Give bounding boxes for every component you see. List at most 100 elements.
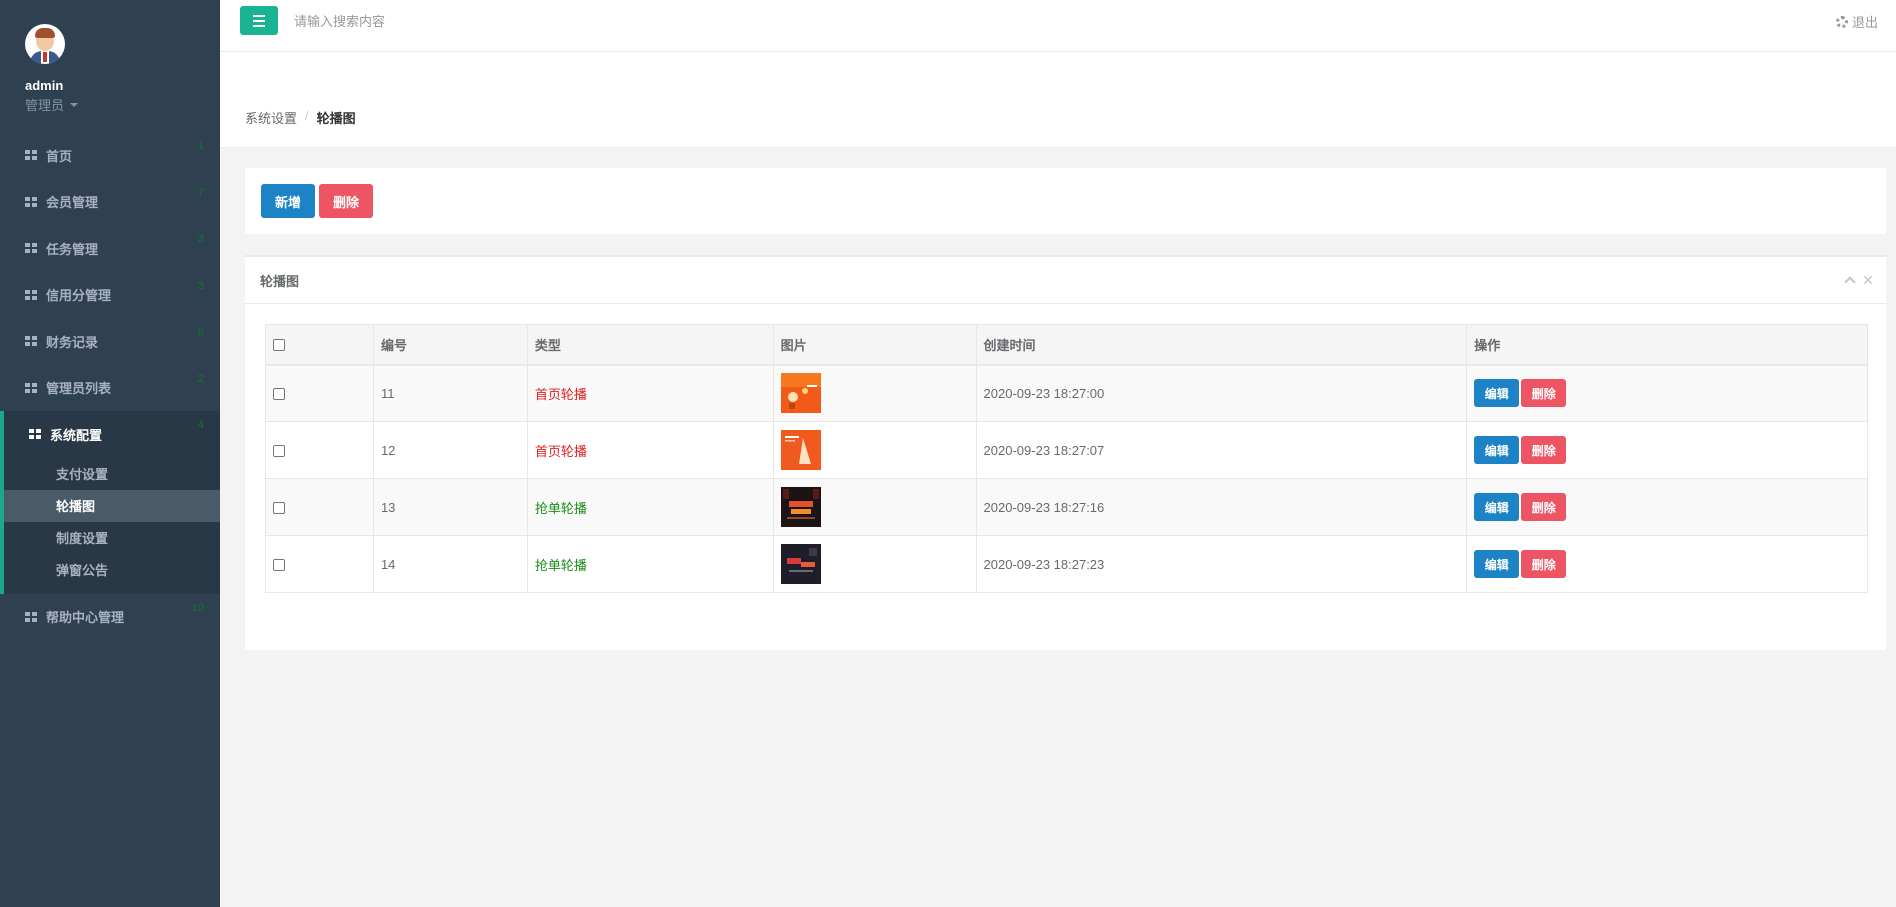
table-row: 11 首页轮播 2020-09-23 18:27:00 编辑 删除: [265, 364, 1868, 422]
select-all-checkbox[interactable]: [273, 339, 285, 352]
sidebar-item-tasks[interactable]: 任务管理 3: [0, 225, 220, 272]
carousel-thumbnail[interactable]: [780, 487, 821, 527]
sidebar-item-badge: 2: [197, 372, 204, 385]
row-actions: 编辑 删除: [1466, 364, 1868, 422]
page-heading: 系统设置 / 轮播图: [220, 52, 1896, 148]
sidebar-item-label: 首页: [46, 148, 73, 164]
menu-toggle-button[interactable]: [240, 6, 278, 35]
table-header-row: 编号 类型 图片 创建时间 操作: [265, 324, 1868, 366]
edit-button[interactable]: 编辑: [1474, 550, 1520, 578]
collapse-icon[interactable]: [1844, 276, 1856, 288]
row-created: 2020-09-23 18:27:16: [975, 478, 1468, 536]
select-all-cell: [265, 324, 374, 366]
delete-button[interactable]: 删除: [1521, 436, 1567, 464]
row-actions: 编辑 删除: [1466, 421, 1868, 479]
row-id: 14: [372, 535, 528, 593]
sidebar-item-label: 会员管理: [46, 195, 99, 211]
search-input[interactable]: [294, 9, 594, 33]
breadcrumb: 系统设置 / 轮播图: [245, 108, 356, 127]
row-checkbox[interactable]: [273, 502, 285, 515]
bulk-delete-button[interactable]: 删除: [319, 184, 373, 218]
panel-tools: ✕: [1844, 273, 1874, 288]
row-image-cell: [772, 535, 977, 593]
carousel-thumbnail[interactable]: [780, 430, 821, 470]
grid-icon: [25, 196, 37, 207]
row-actions: 编辑 删除: [1466, 478, 1868, 536]
subnav-item-popup[interactable]: 弹窗公告: [4, 554, 220, 586]
close-icon[interactable]: ✕: [1862, 273, 1874, 287]
row-image-cell: [772, 421, 977, 479]
sidebar-item-badge: 4: [197, 419, 204, 431]
sidebar-item-admins[interactable]: 管理员列表 2: [0, 365, 220, 412]
row-actions: 编辑 删除: [1466, 535, 1868, 593]
logout-label: 退出: [1851, 15, 1878, 30]
delete-button[interactable]: 删除: [1521, 550, 1567, 578]
grid-icon: [29, 429, 41, 440]
breadcrumb-parent[interactable]: 系统设置: [245, 108, 297, 127]
sidebar-subnav: 支付设置 轮播图 制度设置 弹窗公告: [4, 458, 220, 586]
sidebar-item-members[interactable]: 会员管理 7: [0, 179, 220, 226]
row-image-cell: [772, 478, 977, 536]
grid-icon: [25, 289, 37, 300]
delete-button[interactable]: 删除: [1521, 493, 1567, 521]
row-checkbox[interactable]: [273, 388, 285, 401]
sidebar-item-badge: 8: [197, 326, 204, 338]
row-id: 12: [372, 421, 528, 479]
edit-button[interactable]: 编辑: [1474, 493, 1520, 521]
sidebar-item-label: 信用分管理: [46, 288, 112, 304]
table-row: 12 首页轮播 2020-09-23 18:27:07 编辑 删除: [265, 421, 1868, 479]
row-type: 抢单轮播: [526, 478, 774, 536]
carousel-thumbnail[interactable]: [780, 544, 821, 584]
grid-icon: [25, 382, 37, 393]
sidebar-item-system[interactable]: 系统配置 4: [4, 411, 220, 458]
row-checkbox[interactable]: [273, 445, 285, 458]
delete-button[interactable]: 删除: [1521, 379, 1567, 408]
sidebar-item-label: 帮助中心管理: [46, 610, 125, 626]
action-toolbar: 新增 删除: [245, 168, 1886, 234]
sidebar-item-label: 系统配置: [50, 427, 103, 443]
edit-button[interactable]: 编辑: [1474, 379, 1520, 408]
column-header-type: 类型: [526, 324, 774, 366]
sidebar-item-finance[interactable]: 财务记录 8: [0, 318, 220, 365]
sidebar-item-credit[interactable]: 信用分管理 3: [0, 272, 220, 319]
sidebar-item-home[interactable]: 首页 1: [0, 132, 220, 179]
sidebar-item-badge: 1: [197, 140, 204, 152]
sidebar-item-badge: 3: [197, 233, 204, 245]
sidebar-item-badge: 3: [197, 279, 204, 292]
role-dropdown[interactable]: 管理员: [25, 95, 220, 114]
sidebar-item-label: 任务管理: [46, 241, 99, 257]
sidebar-item-badge: 10: [191, 601, 204, 614]
row-type: 抢单轮播: [526, 535, 774, 593]
grid-icon: [25, 150, 37, 161]
breadcrumb-separator: /: [305, 108, 309, 123]
add-button[interactable]: 新增: [261, 184, 315, 218]
caret-down-icon: [70, 102, 79, 107]
carousel-thumbnail[interactable]: [780, 373, 821, 414]
column-header-id: 编号: [372, 324, 528, 366]
row-id: 11: [372, 364, 528, 422]
column-header-created: 创建时间: [975, 324, 1468, 366]
subnav-item-payment[interactable]: 支付设置: [4, 458, 220, 490]
sidebar-item-label: 财务记录: [46, 334, 99, 350]
grid-icon: [25, 243, 37, 254]
breadcrumb-current: 轮播图: [316, 111, 356, 126]
row-checkbox[interactable]: [273, 559, 285, 572]
column-header-image: 图片: [772, 324, 977, 366]
sidebar-item-label: 管理员列表: [46, 381, 112, 397]
row-type: 首页轮播: [526, 364, 774, 422]
grid-icon: [25, 336, 37, 347]
table-row: 13 抢单轮播 2020-09-23 18:27:16 编辑 删除: [265, 478, 1868, 536]
avatar[interactable]: [25, 24, 65, 64]
row-created: 2020-09-23 18:27:23: [975, 535, 1468, 593]
carousel-table: 编号 类型 图片 创建时间 操作 11 首页轮播 2020-09-23 18:2…: [265, 324, 1868, 593]
topbar: 退出: [220, 0, 1896, 52]
row-type: 首页轮播: [526, 421, 774, 479]
sidebar-nav: 首页 1 会员管理 7 任务管理 3 信用分管理 3 财务记录 8 管理员列表 …: [0, 132, 220, 640]
subnav-item-carousel[interactable]: 轮播图: [4, 489, 220, 522]
subnav-item-policy[interactable]: 制度设置: [4, 522, 220, 554]
carousel-panel: 轮播图 ✕ 编号 类型 图片 创建时间 操作 11 首页轮播 2020-09-2…: [245, 255, 1886, 650]
edit-button[interactable]: 编辑: [1474, 436, 1520, 464]
sidebar-item-help[interactable]: 帮助中心管理 10: [0, 594, 220, 641]
logout-button[interactable]: 退出: [1835, 12, 1878, 31]
username: admin: [25, 78, 64, 93]
